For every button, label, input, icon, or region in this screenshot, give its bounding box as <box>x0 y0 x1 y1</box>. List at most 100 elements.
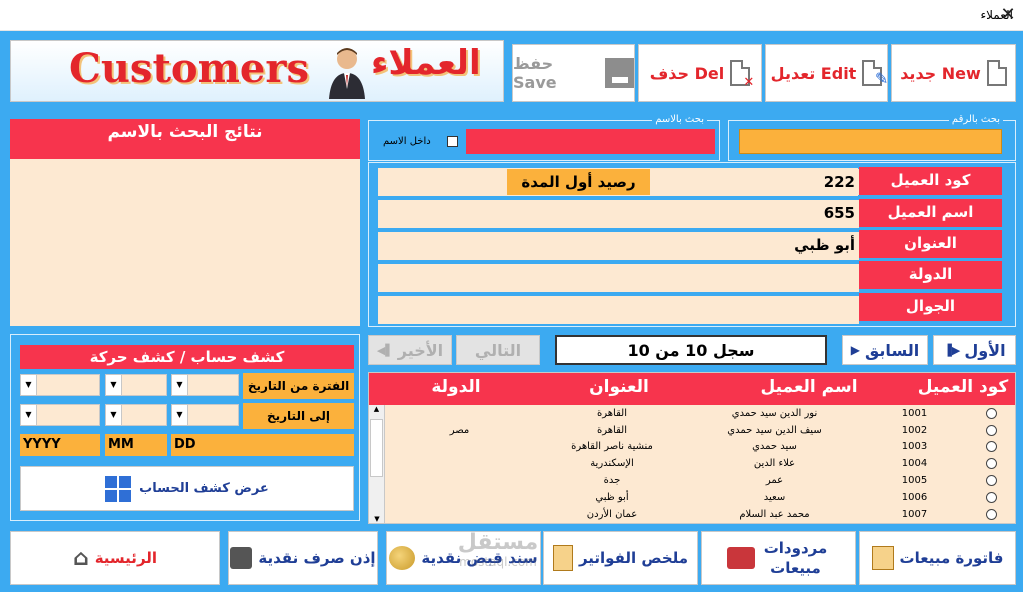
header-customer-code: كود العميل <box>917 377 1009 397</box>
from-month-select[interactable]: ▼ <box>105 374 167 396</box>
search-results-list[interactable] <box>10 159 360 326</box>
sales-returns-button[interactable]: مردودات مبيعات <box>701 531 856 585</box>
row-radio[interactable] <box>986 441 997 453</box>
previous-icon: ▶ <box>850 343 860 357</box>
cell-customer-name: سيف الدين سيد حمدي <box>727 424 822 436</box>
header-country: الدولة <box>431 377 481 397</box>
table-row[interactable]: جدة عمر 1005 <box>387 472 1015 489</box>
table-body: القاهرة نور الدين سيد حمدي 1001 مصر القاهرة س… <box>387 405 1015 523</box>
from-date-label: الفترة من التاريخ <box>243 373 354 399</box>
country-value[interactable] <box>378 264 859 292</box>
cell-customer-name: علاء الدين <box>753 458 796 470</box>
first-button[interactable]: ▐▶ الأول <box>933 335 1016 365</box>
table-row[interactable]: أبو ظبي سعيد 1006 <box>387 489 1015 506</box>
save-icon <box>605 58 634 88</box>
cell-customer-code: 1003 <box>901 441 928 453</box>
close-icon[interactable]: ✕ <box>996 3 1020 27</box>
edit-pencil-icon: ✎ <box>862 60 888 88</box>
to-year-select[interactable]: ▼ <box>20 404 100 426</box>
sales-returns-label: مردودات مبيعات <box>763 539 828 577</box>
search-results-header: نتائج البحث بالاسم <box>10 119 360 159</box>
chevron-down-icon: ▼ <box>172 375 188 395</box>
row-radio[interactable] <box>986 475 997 487</box>
first-icon: ▐▶ <box>943 343 961 357</box>
invoices-summary-button[interactable]: ملخص الفواتير <box>543 531 698 585</box>
table-row[interactable]: عمان الأردن محمد عبد السلام 1007 <box>387 506 1015 523</box>
table-row[interactable]: منشية ناصر القاهرة سيد حمدي 1003 <box>387 439 1015 456</box>
previous-button[interactable]: ▶ السابق <box>842 335 928 365</box>
search-by-name-group: بحث بالاسم داخل الاسم <box>368 114 720 161</box>
last-button[interactable]: ◀▌ الأخير <box>368 335 452 365</box>
watermark-arabic: مستقل <box>457 530 539 555</box>
chevron-down-icon: ▼ <box>21 405 37 425</box>
next-button-label: التالي <box>474 340 522 360</box>
row-radio[interactable] <box>986 458 997 470</box>
delete-doc-icon: ✕ <box>730 60 754 90</box>
new-button[interactable]: جديد New <box>891 44 1016 102</box>
table-row[interactable]: مصر القاهرة سيف الدين سيد حمدي 1002 <box>387 422 1015 439</box>
from-day-select[interactable]: ▼ <box>171 374 239 396</box>
cell-customer-code: 1006 <box>901 491 928 503</box>
search-by-number-input[interactable] <box>739 129 1002 154</box>
cell-address: القاهرة <box>597 424 627 436</box>
watermark-latin: mostaql.com <box>459 555 537 569</box>
search-by-number-group: بحث بالرقم <box>728 114 1016 161</box>
from-year-select[interactable]: ▼ <box>20 374 100 396</box>
save-button[interactable]: حفظ Save <box>512 44 635 102</box>
yyyy-label: YYYY <box>20 434 100 456</box>
edit-button[interactable]: تعديل Edit ✎ <box>765 44 888 102</box>
sales-invoice-button[interactable]: فاتورة مبيعات <box>859 531 1016 585</box>
country-label: الدولة <box>859 261 1002 289</box>
table-row[interactable]: الإسكندرية علاء الدين 1004 <box>387 455 1015 472</box>
cell-customer-name: نور الدين سيد حمدي <box>731 407 818 419</box>
next-button[interactable]: التالي <box>456 335 540 365</box>
payment-voucher-label: إذن صرف نقدية <box>258 549 376 567</box>
to-day-select[interactable]: ▼ <box>171 404 239 426</box>
search-by-number-label: بحث بالرقم <box>948 114 1003 125</box>
new-doc-icon <box>986 60 1007 86</box>
last-icon: ◀▌ <box>376 343 394 357</box>
address-label: العنوان <box>859 230 1002 258</box>
dd-label: DD <box>171 434 354 456</box>
customer-code-label: كود العميل <box>859 167 1002 195</box>
cell-customer-code: 1005 <box>901 475 928 487</box>
customer-name-value[interactable]: 655 <box>378 200 859 228</box>
delete-button[interactable]: حذف Del ✕ <box>638 44 762 102</box>
row-radio[interactable] <box>986 508 997 520</box>
inside-name-checkbox[interactable] <box>447 136 458 147</box>
address-value[interactable]: أبو ظبي <box>378 232 859 260</box>
cell-customer-name: سعيد <box>763 491 786 503</box>
customer-code-value[interactable]: 222 <box>704 169 859 195</box>
document-icon <box>552 545 573 571</box>
table-row[interactable]: القاهرة نور الدين سيد حمدي 1001 <box>387 405 1015 422</box>
cell-customer-code: 1004 <box>901 458 928 470</box>
banner-arabic-title: العملاء <box>371 43 481 83</box>
table-scrollbar[interactable]: ▲ ▼ <box>369 405 385 523</box>
edit-button-label: تعديل Edit <box>770 63 857 83</box>
last-button-label: الأخير <box>397 340 444 360</box>
row-radio[interactable] <box>986 407 997 419</box>
window-titlebar: العملاء ✕ <box>0 0 1023 31</box>
header-customer-name: اسم العميل <box>760 377 858 397</box>
cell-address: أبو ظبي <box>595 491 629 503</box>
banner-english-title: Customers <box>69 45 309 92</box>
chevron-down-icon: ▼ <box>106 405 122 425</box>
row-radio[interactable] <box>986 424 997 436</box>
home-button[interactable]: ⌂ الرئيسية <box>10 531 220 585</box>
search-by-name-input[interactable] <box>466 129 715 154</box>
home-icon: ⌂ <box>72 545 89 571</box>
watermark: مستقل mostaql.com <box>448 530 548 568</box>
header-address: العنوان <box>589 377 649 397</box>
to-date-label: إلى التاريخ <box>243 403 354 429</box>
show-statement-button[interactable]: عرض كشف الحساب <box>20 466 354 511</box>
banner: Customers العملاء <box>10 40 504 102</box>
mobile-value[interactable] <box>378 296 859 324</box>
mm-label: MM <box>105 434 167 456</box>
payment-voucher-button[interactable]: إذن صرف نقدية <box>228 531 378 585</box>
inside-name-label: داخل الاسم <box>383 136 431 147</box>
grid-icon <box>105 475 132 502</box>
row-radio[interactable] <box>986 491 997 503</box>
sales-invoice-label: فاتورة مبيعات <box>899 549 1004 567</box>
to-month-select[interactable]: ▼ <box>105 404 167 426</box>
notepad-icon <box>871 546 894 570</box>
